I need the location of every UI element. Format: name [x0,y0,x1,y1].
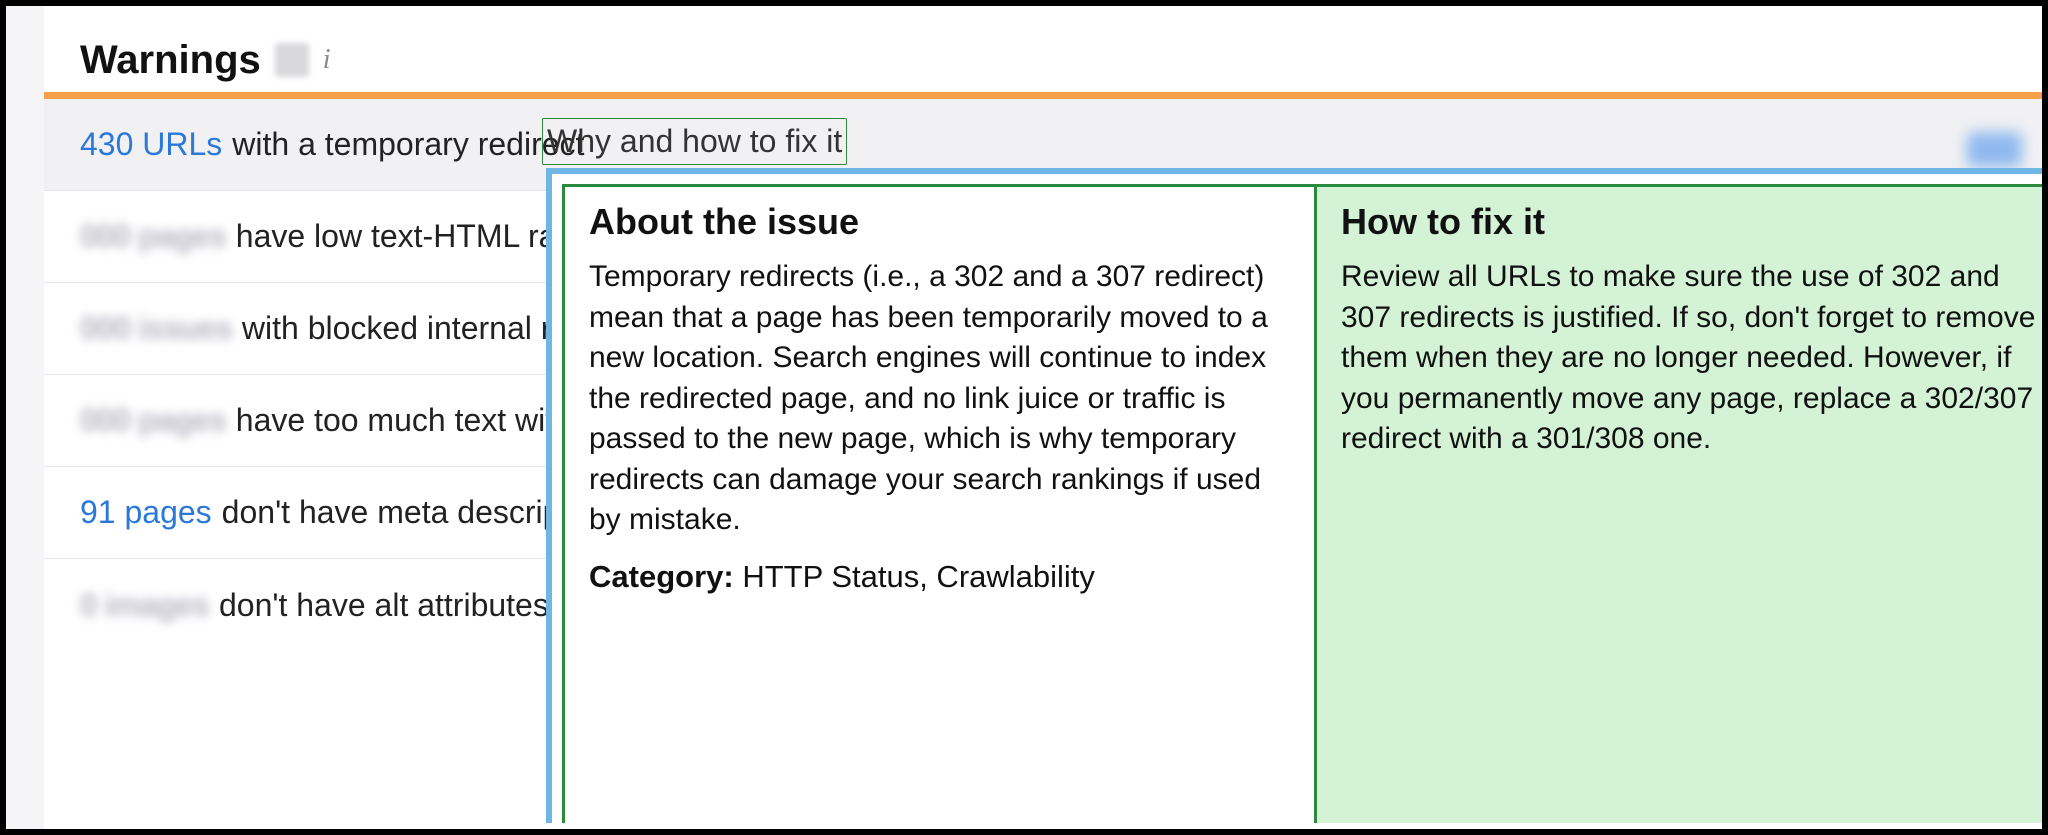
info-icon[interactable]: i [323,46,331,74]
accent-bar [44,92,2042,99]
section-title: Warnings [80,38,261,83]
fix-title: How to fix it [1341,201,2039,243]
redacted-chip [275,43,309,77]
why-link-label[interactable]: Why and how to fix it [547,123,842,159]
category-value: HTTP Status, Crawlability [742,559,1095,594]
fix-body: Review all URLs to make sure the use of … [1341,257,2039,460]
category-label: Category: [589,559,734,594]
redacted-count: 000 pages [80,218,226,255]
issue-text: have too much text within [236,402,597,439]
about-pane: About the issue Temporary redirects (i.e… [565,187,1314,823]
category-line: Category: HTTP Status, Crawlability [589,559,1290,595]
issue-text: have low text-HTML ratio [236,218,590,255]
left-gutter [6,6,44,829]
redacted-action [1967,132,2022,167]
why-link-highlight[interactable]: Why and how to fix it [542,118,847,165]
about-body: Temporary redirects (i.e., a 302 and a 3… [589,257,1290,541]
issue-text: with a temporary redirect [232,126,584,163]
issue-popover: About the issue Temporary redirects (i.e… [546,168,2048,823]
issue-text: don't have alt attributes [219,587,549,624]
redacted-count: 0 images [80,587,209,624]
issue-popover-inner: About the issue Temporary redirects (i.e… [562,184,2048,823]
issue-count-link[interactable]: 91 pages [80,494,212,531]
content-area: Warnings i 430 URLs with a temporary red… [44,6,2042,829]
issue-count-link[interactable]: 430 URLs [80,126,222,163]
redacted-count: 000 pages [80,402,226,439]
section-header: Warnings i [44,6,2042,92]
fix-pane: How to fix it Review all URLs to make su… [1314,187,2048,823]
redacted-count: 000 issues [80,310,232,347]
about-title: About the issue [589,201,1290,243]
